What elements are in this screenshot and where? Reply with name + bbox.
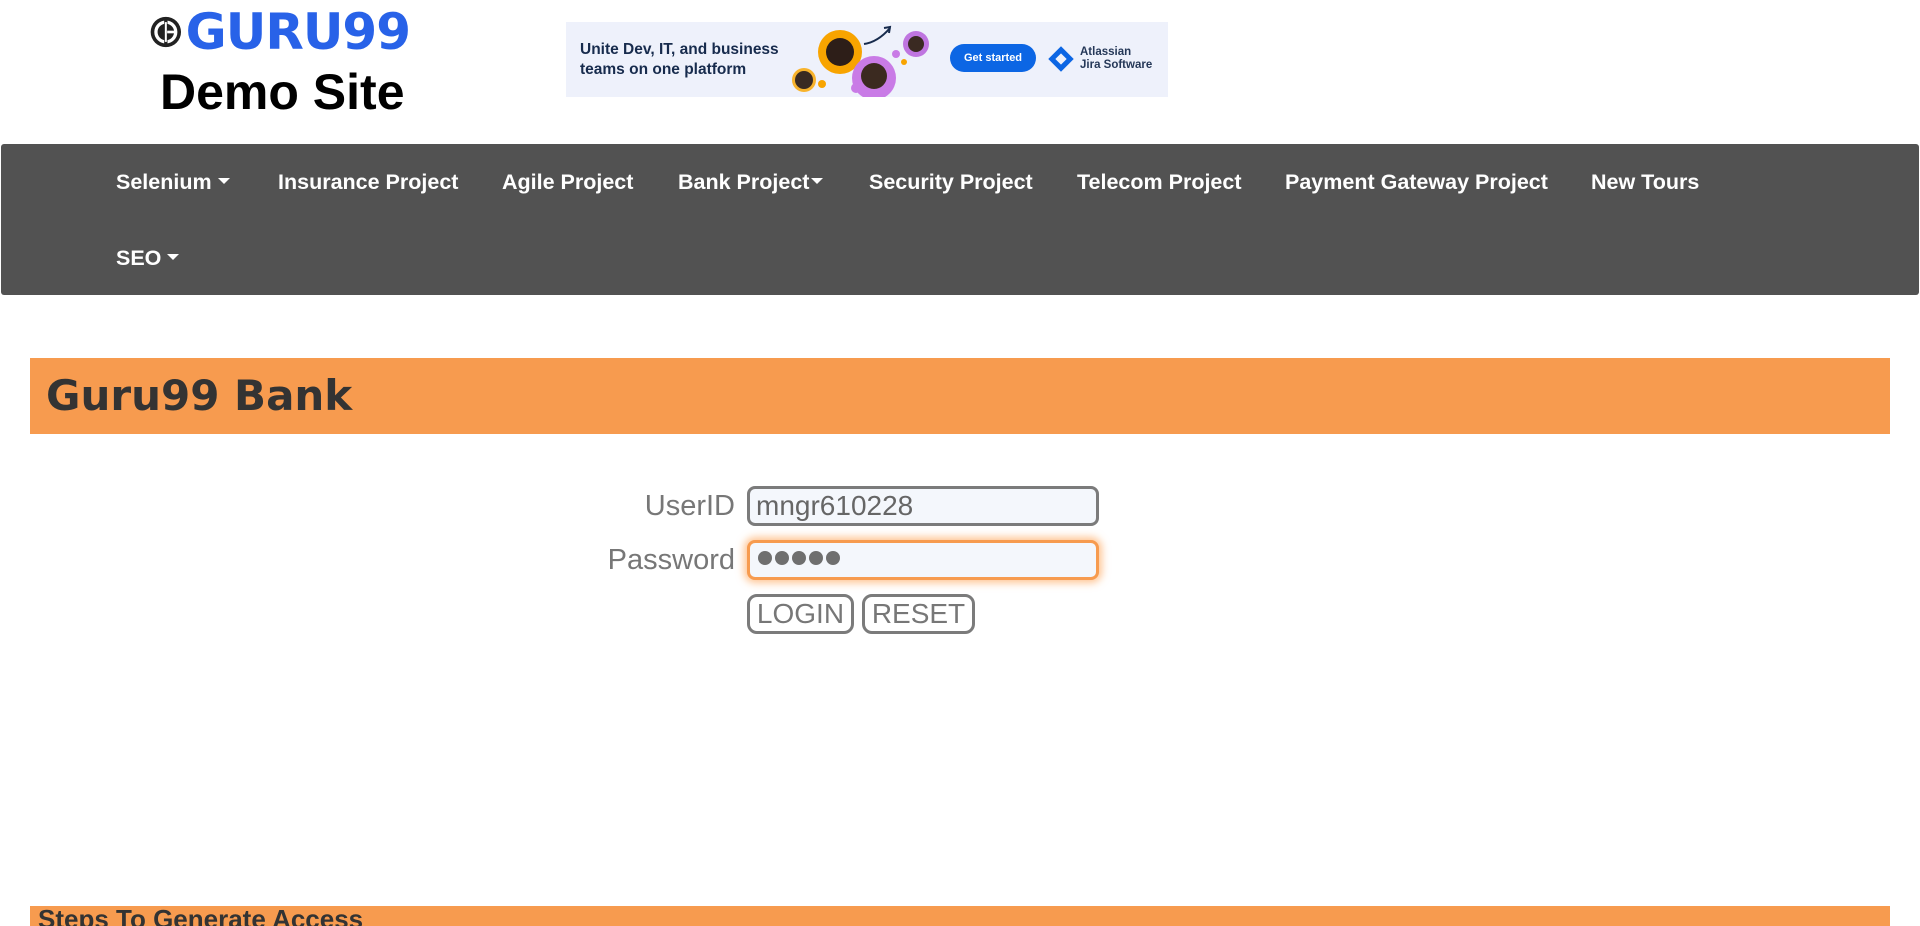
nav-item-label: Payment Gateway Project — [1285, 170, 1548, 194]
main-navbar: Selenium Insurance Project Agile Project… — [1, 144, 1919, 295]
nav-item-new-tours[interactable]: New Tours — [1591, 167, 1699, 197]
ad-banner[interactable]: Unite Dev, IT, and business teams on one… — [566, 22, 1168, 97]
nav-item-bank-project[interactable]: Bank Project — [678, 167, 824, 197]
nav-item-label: Agile Project — [502, 170, 634, 194]
bank-title-bar: Guru99 Bank — [30, 358, 1890, 434]
ad-headline: Unite Dev, IT, and business teams on one… — [580, 41, 779, 78]
nav-item-label: Security Project — [869, 170, 1033, 194]
caret-down-icon — [167, 254, 180, 261]
nav-item-label: Telecom Project — [1077, 170, 1242, 194]
footer-section-bar: Steps To Generate Access — [30, 906, 1890, 926]
nav-item-security-project[interactable]: Security Project — [869, 167, 1033, 197]
nav-item-insurance-project[interactable]: Insurance Project — [278, 167, 458, 197]
nav-item-agile-project[interactable]: Agile Project — [502, 167, 633, 197]
nav-item-payment-gateway-project[interactable]: Payment Gateway Project — [1285, 167, 1548, 197]
page-title: Guru99 Bank — [46, 371, 353, 420]
nav-item-seo[interactable]: SEO — [116, 243, 180, 273]
nav-item-label: Insurance Project — [278, 170, 459, 194]
password-label: Password — [607, 544, 735, 576]
caret-down-icon — [811, 178, 824, 185]
footer-heading: Steps To Generate Access — [38, 906, 364, 926]
nav-item-label: Bank Project — [678, 170, 810, 194]
nav-item-label: SEO — [116, 246, 162, 270]
ad-brand-line2: Jira Software — [1080, 59, 1153, 71]
nav-item-label: New Tours — [1591, 170, 1700, 194]
ad-people-illustration — [792, 25, 929, 97]
userid-value: mngr610228 — [756, 490, 914, 521]
reset-button[interactable]: RESET — [862, 594, 975, 634]
nav-item-selenium[interactable]: Selenium — [116, 167, 230, 197]
userid-input[interactable]: mngr610228 — [747, 486, 1099, 526]
ad-brand: Atlassian Jira Software — [1044, 44, 1164, 74]
site-subtitle: Demo Site — [160, 64, 405, 120]
nav-item-label: Selenium — [116, 170, 212, 194]
userid-label: UserID — [644, 490, 735, 522]
password-input[interactable] — [747, 540, 1099, 580]
password-mask — [758, 551, 840, 565]
ad-brand-line1: Atlassian — [1080, 46, 1132, 58]
jira-diamond-icon — [1048, 46, 1074, 72]
guru99-logo-icon — [150, 16, 182, 48]
nav-item-telecom-project[interactable]: Telecom Project — [1077, 167, 1242, 197]
site-logo[interactable]: GURU99 — [150, 3, 411, 61]
caret-down-icon — [217, 178, 230, 185]
ad-get-started-button[interactable]: Get started — [950, 44, 1036, 72]
login-button[interactable]: LOGIN — [747, 594, 854, 634]
logo-text: GURU99 — [185, 3, 411, 61]
